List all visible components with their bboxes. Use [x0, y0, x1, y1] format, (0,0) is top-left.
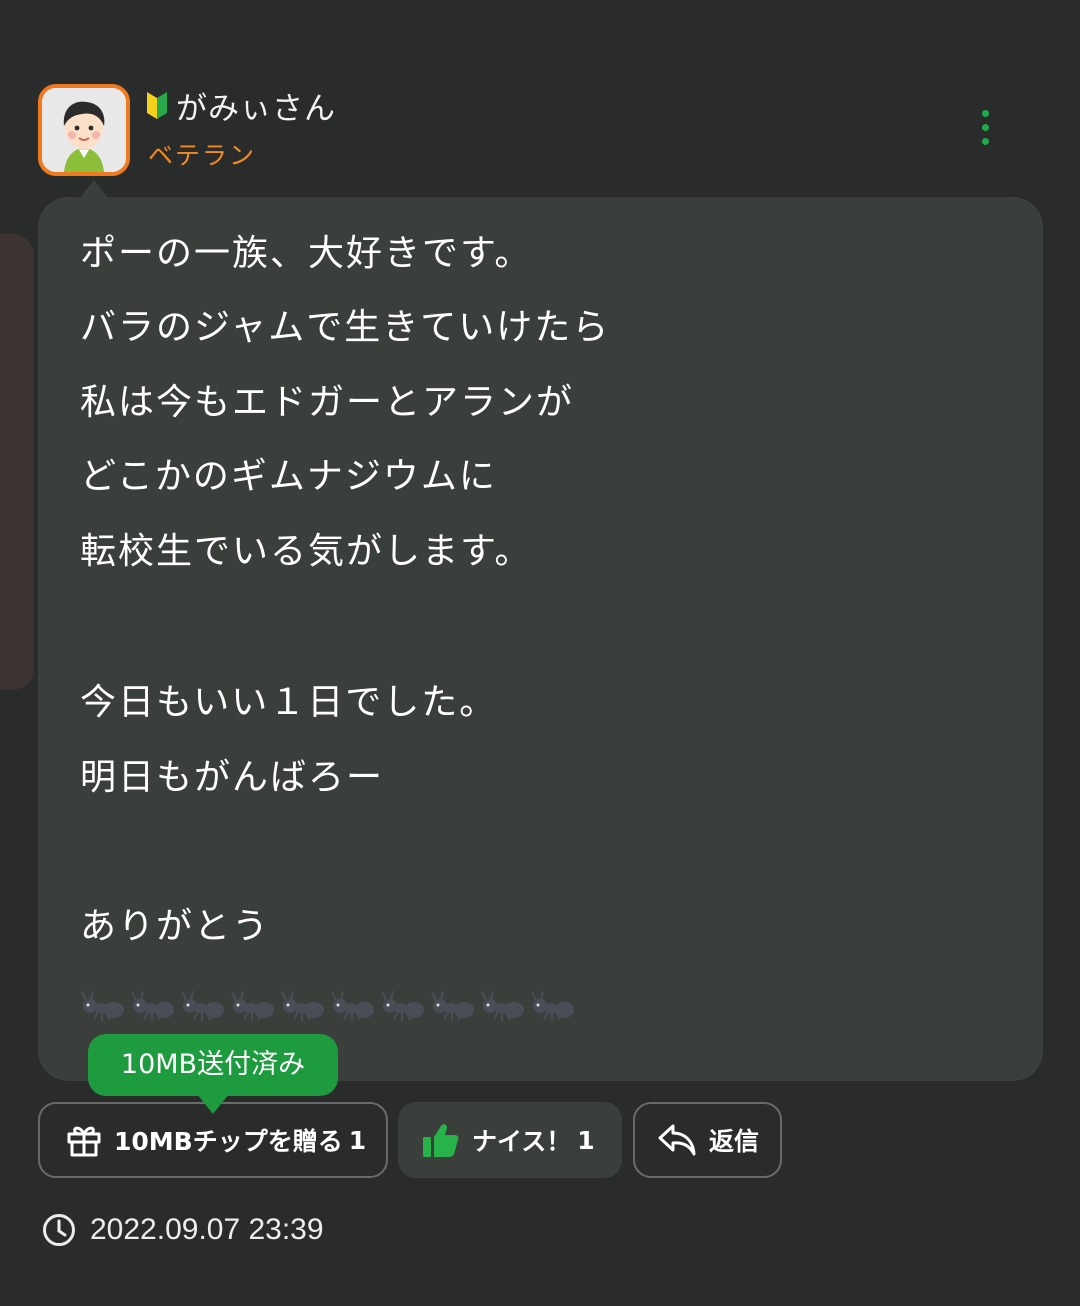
tip-count: 1 [348, 1125, 367, 1155]
timestamp-row: 2022.09.07 23:39 [42, 1210, 324, 1250]
ant-icon [481, 990, 524, 1021]
ant-icon [281, 990, 324, 1021]
gift-icon [67, 1126, 101, 1157]
message-line: バラのジャムで生きていけたら [80, 307, 611, 348]
ant-icon [331, 990, 374, 1021]
ant-emoji-row [80, 984, 576, 1024]
reply-icon [658, 1124, 696, 1156]
previous-post-card-edge [0, 234, 34, 690]
tip-button-label: 10MBチップを贈る [114, 1127, 343, 1156]
message-line: 転校生でいる気がします。 [80, 531, 533, 572]
clock-icon [43, 1214, 75, 1246]
ant-icon [131, 990, 174, 1021]
message-line: 明日もがんばろー [80, 757, 385, 798]
ant-icon [231, 990, 274, 1021]
nice-button[interactable]: ナイス！ 1 [398, 1102, 622, 1178]
message-line: ポーの一族、大好きです。 [80, 233, 533, 274]
more-vertical-icon-dot [982, 138, 989, 145]
ant-icon [81, 990, 124, 1021]
reply-button-label: 返信 [709, 1127, 760, 1156]
user-rank-label: ベテラン [148, 141, 257, 170]
ant-icon [431, 990, 474, 1021]
thumbs-up-icon [423, 1124, 459, 1157]
avatar-illustration [42, 88, 126, 172]
ant-icon [531, 990, 574, 1021]
avatar[interactable] [38, 84, 130, 176]
message-line: ありがとう [80, 906, 271, 947]
user-name[interactable]: がみぃさん [176, 83, 336, 128]
nice-button-label: ナイス！ [472, 1127, 572, 1156]
message-line: 今日もいい１日でした。 [80, 682, 498, 723]
sent-status-badge: 10MB送付済み [88, 1034, 338, 1096]
more-vertical-icon-dot [982, 110, 989, 117]
sent-badge-tail [197, 1094, 229, 1114]
user-name-row: がみぃさん [146, 82, 336, 128]
message-line: 私は今もエドガーとアランが [80, 382, 575, 423]
nice-count: 1 [577, 1125, 595, 1155]
more-vertical-icon-dot [982, 124, 989, 131]
post-timestamp: 2022.09.07 23:39 [90, 1213, 324, 1246]
message-line: どこかのギムナジウムに [80, 456, 497, 497]
ant-icon [381, 990, 424, 1021]
ant-icon [181, 990, 224, 1021]
beginner-mark-icon [147, 92, 167, 119]
more-options-button[interactable] [970, 106, 1002, 152]
reply-button[interactable]: 返信 [633, 1102, 782, 1178]
